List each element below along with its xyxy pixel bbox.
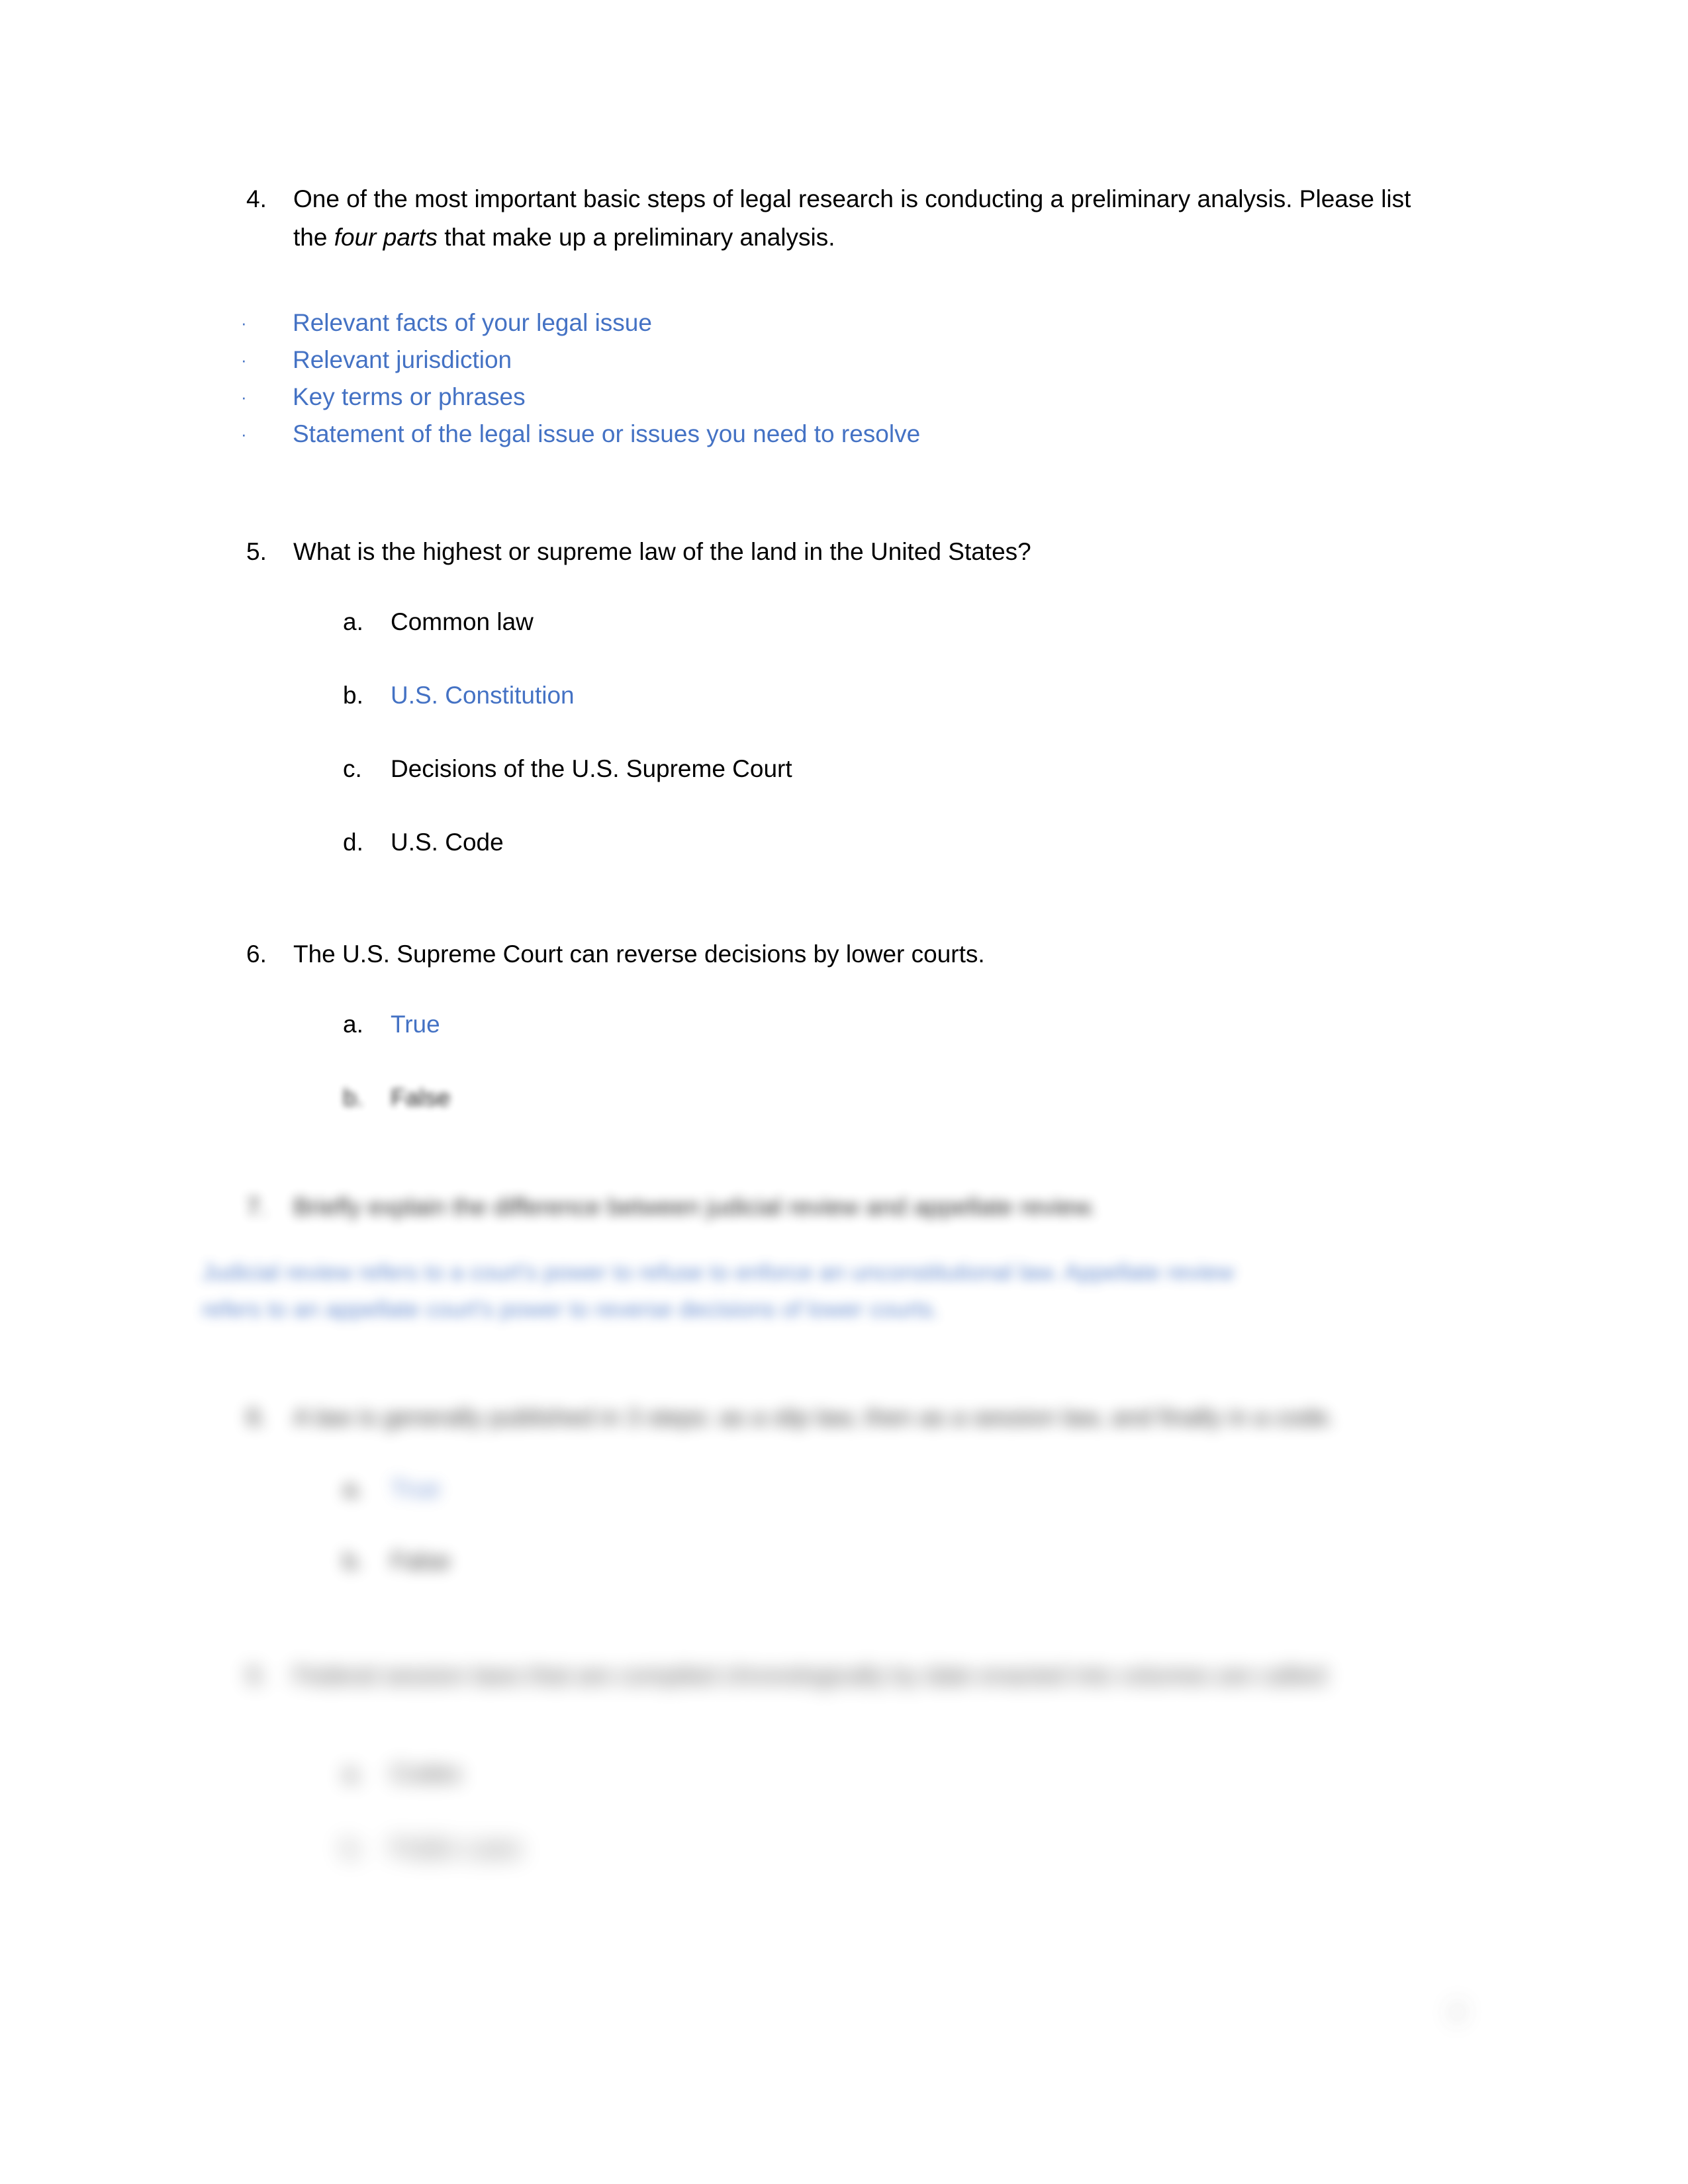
question-6-row: 6. The U.S. Supreme Court can reverse de… [246, 935, 1438, 974]
option-label-true: True [391, 1475, 440, 1502]
question-4-row: 4. One of the most important basic steps… [246, 180, 1438, 257]
question-6-option-b[interactable]: b. False [343, 1081, 450, 1115]
bullet-icon: · [241, 387, 247, 407]
question-4-answer-bullet-4: · Statement of the legal issue or issues… [238, 416, 920, 453]
question-9-text: Federal session laws that are compiled c… [293, 1657, 1438, 1695]
question-9: 9. Federal session laws that are compile… [246, 1657, 1438, 1695]
option-letter-b: b. [343, 682, 363, 709]
question-5: 5. What is the highest or supreme law of… [246, 533, 1438, 571]
option-letter-a: a. [343, 1760, 363, 1787]
question-4-answer-bullet-3: · Key terms or phrases [238, 379, 526, 416]
option-label-supreme-court-decisions: Decisions of the U.S. Supreme Court [391, 755, 792, 782]
document-page: 4. One of the most important basic steps… [0, 0, 1688, 2184]
question-9-number: 9. [246, 1662, 267, 1689]
question-4: 4. One of the most important basic steps… [246, 180, 1438, 257]
option-label-codes: Codes [391, 1760, 461, 1787]
question-6: 6. The U.S. Supreme Court can reverse de… [246, 935, 1438, 974]
option-letter-b: b. [343, 1835, 363, 1862]
question-7: 7. Briefly explain the difference betwee… [246, 1188, 1438, 1226]
option-label-false: False [391, 1547, 451, 1574]
question-5-number: 5. [246, 538, 267, 565]
question-7-text: Briefly explain the difference between j… [293, 1193, 1096, 1220]
option-letter-a: a. [343, 1011, 363, 1038]
question-4-number: 4. [246, 185, 267, 212]
option-letter-a: a. [343, 1475, 363, 1502]
question-5-option-a[interactable]: a. Common law [343, 606, 534, 639]
question-5-option-d[interactable]: d. U.S. Code [343, 826, 504, 859]
question-4-line-1: One of the most important basic steps of… [293, 185, 1293, 212]
option-letter-c: c. [343, 755, 362, 782]
option-letter-b: b. [343, 1547, 363, 1574]
question-4-answer-text-1: Relevant facts of your legal issue [293, 309, 652, 336]
document-body: 4. One of the most important basic steps… [0, 0, 1688, 2184]
question-9-line-1: Federal session laws that are compiled c… [293, 1662, 1253, 1689]
question-4-answer-text-2: Relevant jurisdiction [293, 346, 512, 373]
question-9-row: 9. Federal session laws that are compile… [246, 1657, 1438, 1695]
question-7-answer-line-1: Judicial review refers to a court's powe… [202, 1259, 1235, 1285]
question-5-text: What is the highest or supreme law of th… [293, 538, 1031, 565]
option-label-us-constitution: U.S. Constitution [391, 682, 575, 709]
question-8-text: A law is generally published in 3 steps:… [293, 1404, 1335, 1431]
question-9-option-a[interactable]: a. Codes [343, 1757, 461, 1790]
question-7-answer: Judicial review refers to a court's powe… [202, 1254, 1446, 1328]
bullet-icon: · [241, 313, 247, 333]
question-4-answer-text-4: Statement of the legal issue or issues y… [293, 420, 921, 447]
question-4-answer-text-3: Key terms or phrases [293, 383, 526, 410]
question-4-answer-bullet-1: · Relevant facts of your legal issue [238, 304, 652, 341]
question-8: 8. A law is generally published in 3 ste… [246, 1398, 1438, 1437]
option-letter-b: b. [343, 1084, 363, 1111]
question-7-row: 7. Briefly explain the difference betwee… [246, 1188, 1438, 1226]
question-8-row: 8. A law is generally published in 3 ste… [246, 1398, 1438, 1437]
page-number: 2 [1451, 2000, 1463, 2024]
question-6-number: 6. [246, 940, 267, 968]
question-8-option-a[interactable]: a. True [343, 1473, 440, 1506]
question-5-option-b[interactable]: b. U.S. Constitution [343, 679, 575, 712]
bullet-icon: · [241, 424, 247, 444]
option-label-true: True [391, 1011, 440, 1038]
question-5-row: 5. What is the highest or supreme law of… [246, 533, 1438, 571]
question-4-text: One of the most important basic steps of… [293, 180, 1438, 257]
question-8-option-b[interactable]: b. False [343, 1545, 450, 1578]
question-4-answer-bullet-2: · Relevant jurisdiction [238, 341, 512, 379]
option-label-public-laws: Public Laws [391, 1835, 522, 1862]
question-9-line-2: called: [1260, 1662, 1331, 1689]
question-9-option-b[interactable]: b. Public Laws [343, 1832, 521, 1865]
question-4-line-2-post: that make up a preliminary analysis. [438, 224, 835, 251]
option-label-common-law: Common law [391, 608, 534, 635]
option-label-false: False [391, 1084, 451, 1111]
question-6-option-a[interactable]: a. True [343, 1008, 440, 1041]
question-4-emphasis: four parts [334, 224, 438, 251]
option-label-us-code: U.S. Code [391, 829, 504, 856]
option-letter-d: d. [343, 829, 363, 856]
question-8-number: 8. [246, 1404, 267, 1431]
option-letter-a: a. [343, 608, 363, 635]
bullet-icon: · [241, 350, 247, 370]
question-5-option-c[interactable]: c. Decisions of the U.S. Supreme Court [343, 752, 792, 786]
question-7-answer-line-2: refers to an appellate court's power to … [202, 1297, 939, 1322]
question-7-number: 7. [246, 1193, 267, 1220]
question-6-text: The U.S. Supreme Court can reverse decis… [293, 940, 985, 968]
